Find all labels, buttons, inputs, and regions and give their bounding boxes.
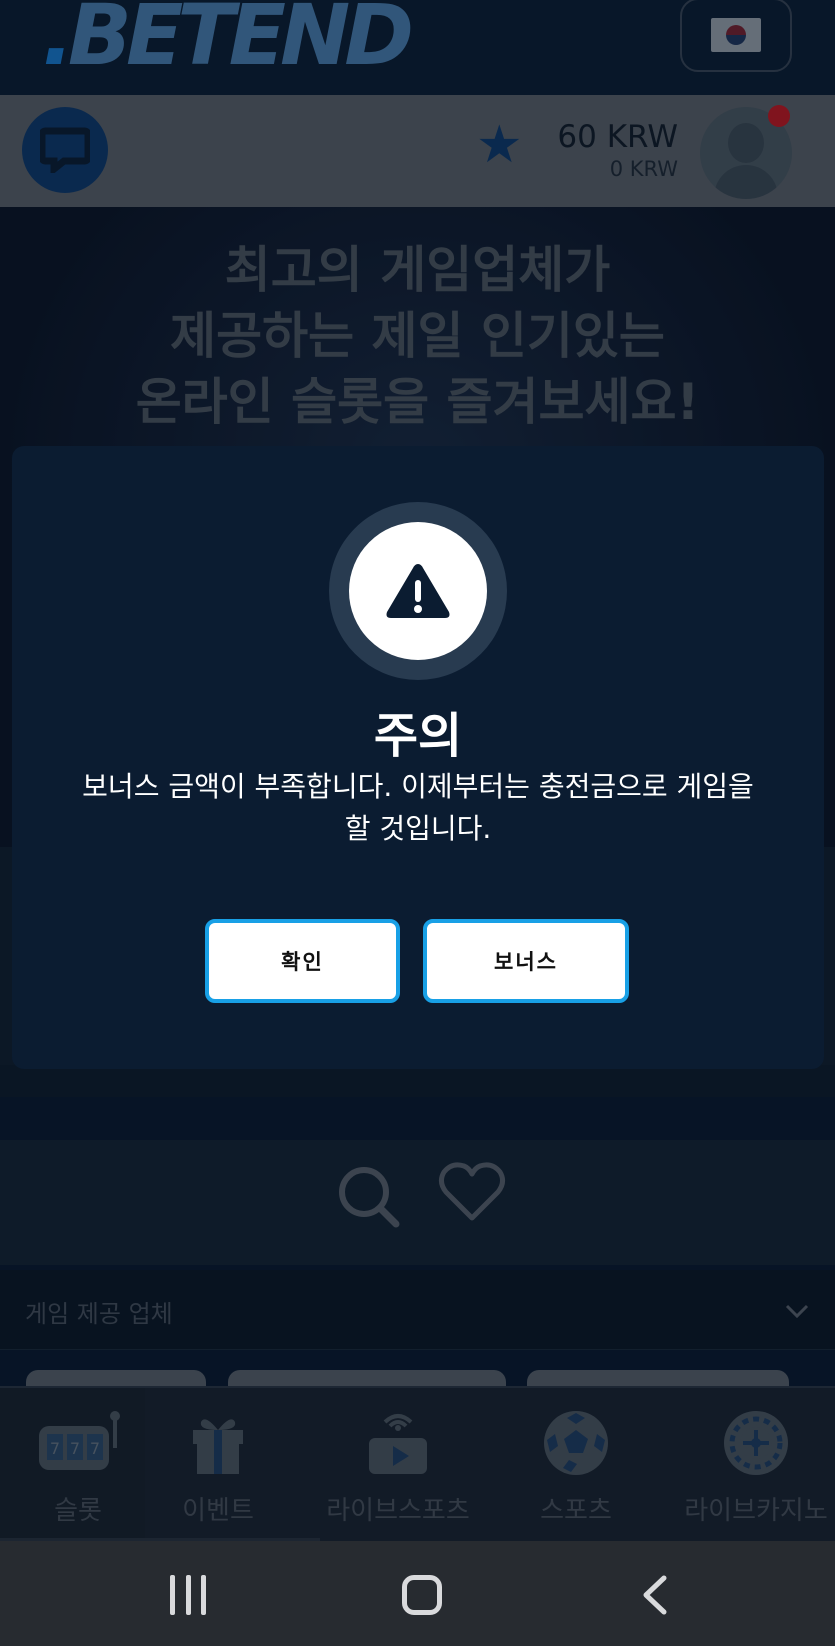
- home-icon[interactable]: [402, 1575, 442, 1615]
- recents-icon[interactable]: [170, 1575, 206, 1615]
- warning-dialog: 주의 보너스 금액이 부족합니다. 이제부터는 충전금으로 게임을 할 것입니다…: [12, 446, 824, 1069]
- back-icon[interactable]: [640, 1575, 670, 1615]
- dialog-message: 보너스 금액이 부족합니다. 이제부터는 충전금으로 게임을 할 것입니다.: [82, 770, 754, 845]
- system-nav-bar: [0, 1541, 835, 1646]
- warning-icon: [386, 564, 450, 618]
- dialog-title: 주의: [373, 708, 463, 764]
- bonus-button[interactable]: 보너스: [423, 919, 629, 1003]
- warning-icon-ring: [329, 502, 507, 680]
- confirm-button[interactable]: 확인: [205, 919, 400, 1003]
